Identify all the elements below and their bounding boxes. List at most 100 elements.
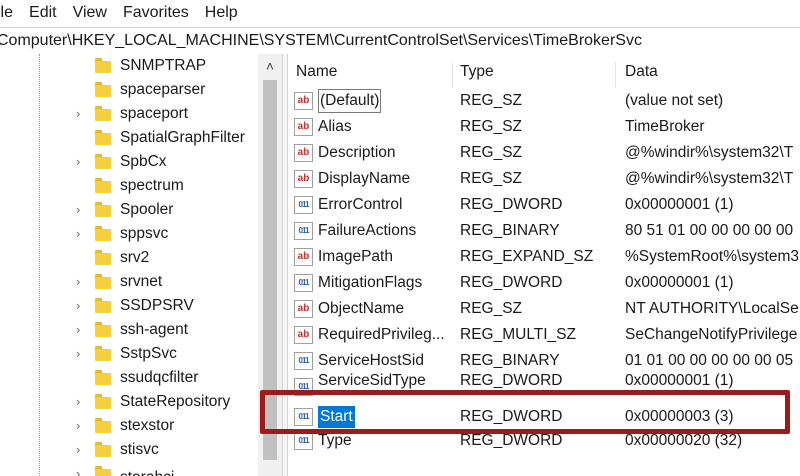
menu-favorites[interactable]: Favorites [123,4,189,22]
value-type: REG_DWORD [460,408,563,425]
chevron-right-icon[interactable]: › [76,150,86,174]
tree-item-label: sppsvc [120,225,169,242]
list-row[interactable]: ab (Default) REG_SZ (value not set) [288,88,800,114]
column-header-name[interactable]: Name [296,54,337,88]
tree-item[interactable]: SNMPTRAP [0,54,258,78]
tree-item-label: storahci [120,466,174,476]
chevron-right-icon[interactable]: › [76,198,86,222]
string-value-icon: ab [294,170,313,188]
list-row[interactable]: ab DisplayName REG_SZ @%windir%\system32\T [288,166,800,192]
list-row[interactable]: ab ObjectName REG_SZ NT AUTHORITY\LocalSe [288,296,800,322]
tree-item[interactable]: › SSDPSRV [0,294,258,318]
value-name: ImagePath [318,248,393,265]
chevron-right-icon[interactable]: › [76,438,86,462]
string-value-icon: ab [294,92,313,110]
tree-item[interactable]: › Spooler [0,198,258,222]
list-row[interactable]: ab Description REG_SZ @%windir%\system32\T [288,140,800,166]
list-row[interactable]: ab RequiredPrivileg... REG_MULTI_SZ SeChang… [288,322,800,348]
menu-file[interactable]: ile [0,4,13,22]
tree-item-label: SstpSvc [120,345,177,362]
folder-icon [95,58,111,73]
string-value-icon: ab [294,144,313,162]
chevron-right-icon[interactable]: › [76,318,86,342]
binary-value-icon: 011 [294,352,313,370]
column-header-data[interactable]: Data [625,54,658,88]
list-row[interactable]: 011 ErrorControl REG_DWORD 0x00000001 (1) [288,192,800,218]
menu-view[interactable]: View [73,4,107,22]
value-name: DisplayName [318,170,411,187]
value-data: 0x00000003 (3) [625,408,734,425]
folder-icon [95,322,111,337]
value-data: 0x00000001 (1) [625,274,734,291]
list-row[interactable]: 011 Start REG_DWORD 0x00000003 (3) [288,404,800,430]
tree-item-label: spectrum [120,177,184,194]
tree-item-label: srv2 [120,249,150,266]
value-type: REG_DWORD [460,274,563,291]
folder-icon [95,346,111,361]
tree-item[interactable]: › spaceport [0,102,258,126]
tree-item-label: SpbCx [120,153,167,170]
scroll-thumb[interactable] [263,80,277,460]
tree-item-label: SNMPTRAP [120,57,207,74]
chevron-right-icon[interactable]: › [76,102,86,126]
menu-edit[interactable]: Edit [29,4,57,22]
folder-icon [95,130,111,145]
tree-item[interactable]: › sppsvc [0,222,258,246]
tree-item[interactable]: › SpbCx [0,150,258,174]
tree-item[interactable]: › SstpSvc [0,342,258,366]
tree-item[interactable]: spaceparser [0,78,258,102]
tree-item[interactable]: › srvnet [0,270,258,294]
list-row[interactable]: ab Alias REG_SZ TimeBroker [288,114,800,140]
menu-help[interactable]: Help [205,4,238,22]
folder-icon [95,418,111,433]
tree-item[interactable]: › ssh-agent [0,318,258,342]
column-divider[interactable] [452,62,453,88]
list-row[interactable]: 011 Type REG_DWORD 0x00000020 (32) [288,428,800,454]
tree-scrollbar[interactable]: ˄ [258,54,282,476]
tree-item-label: SpatialGraphFilter [120,129,245,146]
column-divider[interactable] [615,62,616,88]
value-name: ErrorControl [318,196,403,213]
chevron-right-icon[interactable]: › [76,294,86,318]
list-row[interactable]: 011 FailureActions REG_BINARY 80 51 01 00 0… [288,218,800,244]
registry-tree: SNMPTRAP spaceparser › spaceport SpatialGrap… [0,54,282,476]
tree-item[interactable]: › StateRepository [0,390,258,414]
tree-item[interactable]: spectrum [0,174,258,198]
value-type: REG_DWORD [460,372,563,389]
chevron-right-icon[interactable]: › [76,222,86,246]
folder-icon [95,466,111,476]
column-header-type[interactable]: Type [460,54,494,88]
chevron-right-icon[interactable]: › [76,414,86,438]
value-name: Type [318,432,352,449]
folder-icon [95,250,111,265]
menu-bar: ile Edit View Favorites Help [0,0,800,26]
list-row[interactable]: 011 MitigationFlags REG_DWORD 0x00000001 (1… [288,270,800,296]
tree-item[interactable]: › stexstor [0,414,258,438]
chevron-right-icon[interactable]: › [76,390,86,414]
tree-item[interactable]: SpatialGraphFilter [0,126,258,150]
string-value-icon: ab [294,118,313,136]
scroll-up-icon[interactable]: ˄ [258,58,282,74]
chevron-right-icon[interactable]: › [76,342,86,366]
folder-icon [95,106,111,121]
value-data: NT AUTHORITY\LocalSe [625,300,799,317]
tree-item[interactable]: › storahci [0,462,258,476]
folder-icon [95,82,111,97]
tree-item[interactable]: ssudqcfilter [0,366,258,390]
chevron-right-icon[interactable]: › [76,270,86,294]
list-row[interactable]: ab ImagePath REG_EXPAND_SZ %SystemRoot%\sys… [288,244,800,270]
value-data: TimeBroker [625,118,705,135]
tree-item-label: stisvc [120,441,159,458]
list-header: Name Type Data [288,54,800,88]
tree-item-label: SSDPSRV [120,297,194,314]
folder-icon [95,370,111,385]
value-type: REG_SZ [460,144,523,161]
value-name: ServiceSidType [318,372,426,389]
chevron-right-icon[interactable]: › [76,462,86,476]
tree-item[interactable]: › stisvc [0,438,258,462]
address-bar[interactable]: Computer\HKEY_LOCAL_MACHINE\SYSTEM\Curre… [0,27,800,55]
tree-item[interactable]: srv2 [0,246,258,270]
list-row[interactable]: 011 ServiceSidType REG_DWORD 0x00000001 (1) [288,372,800,400]
tree-item-label: ssudqcfilter [120,369,199,386]
folder-icon [95,154,111,169]
